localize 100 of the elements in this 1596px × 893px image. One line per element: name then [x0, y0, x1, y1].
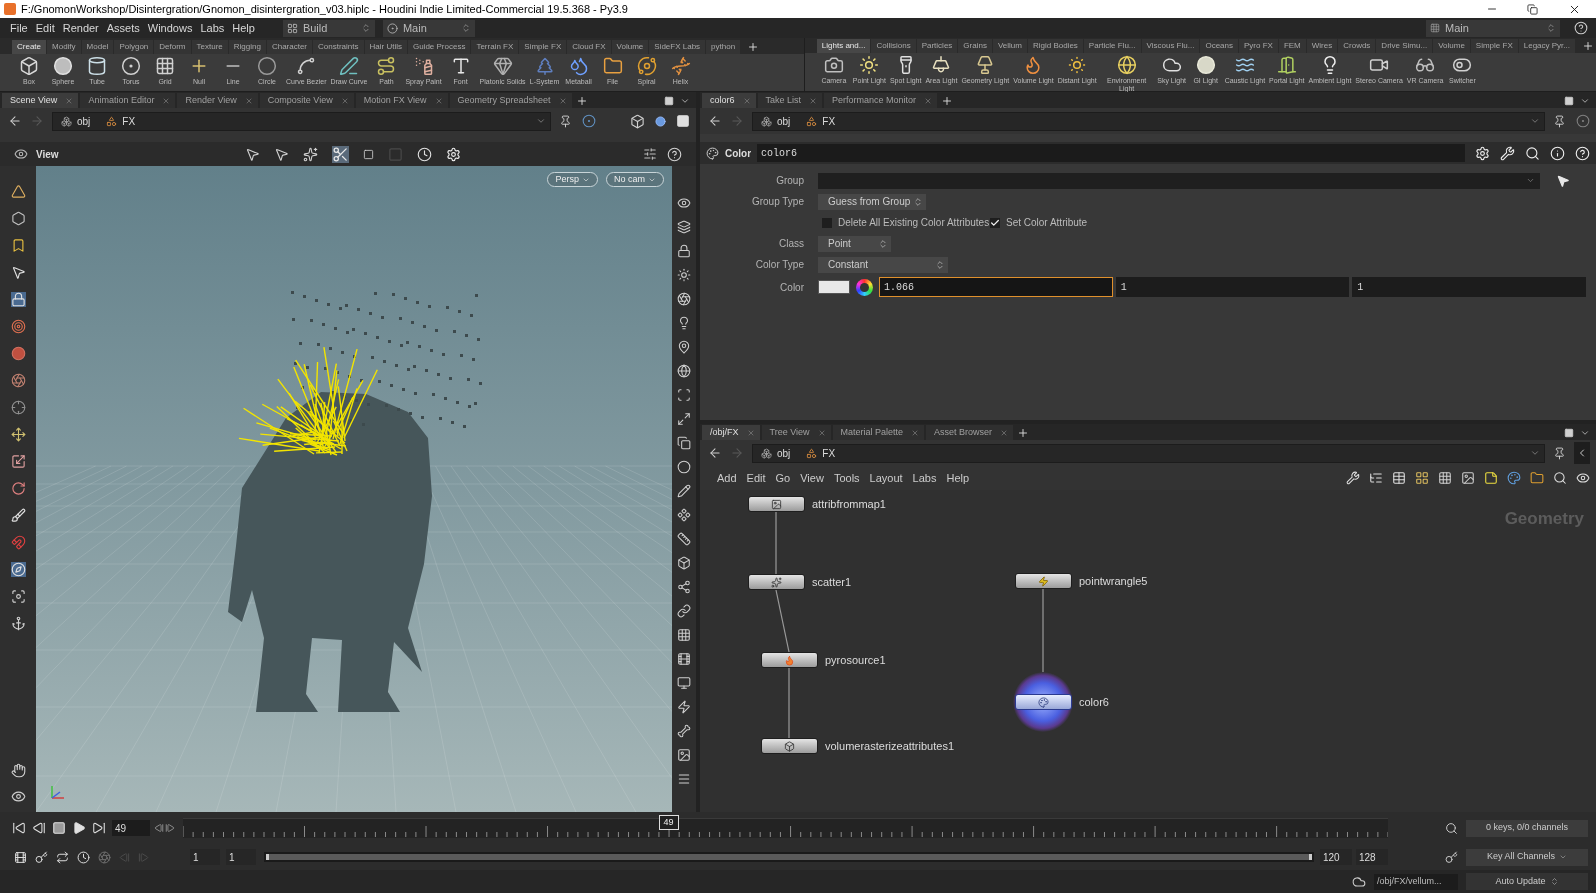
image-icon[interactable] [1461, 471, 1475, 485]
network-node[interactable] [761, 738, 818, 754]
number-field[interactable]: 1 [1115, 277, 1350, 297]
shapes-icon[interactable] [806, 447, 818, 459]
caret-icon[interactable] [1526, 176, 1535, 185]
skip-forward-icon[interactable] [92, 821, 106, 835]
caret-icon[interactable] [1530, 448, 1540, 458]
shapes-icon[interactable] [806, 115, 818, 127]
back-icon[interactable] [708, 446, 722, 460]
menu-item[interactable]: Edit [741, 469, 771, 487]
path-segment[interactable]: obj [761, 445, 791, 461]
end-frame-field[interactable]: 120 [1320, 849, 1352, 865]
pointer-icon[interactable] [1556, 173, 1570, 188]
restore-icon[interactable] [1526, 3, 1538, 15]
search-icon[interactable] [1445, 821, 1458, 835]
eye-icon[interactable] [10, 789, 26, 804]
frame-field[interactable]: 49 [112, 820, 150, 836]
pane-tab[interactable]: Motion FX View [355, 93, 448, 108]
shelf-set-menu[interactable]: Main [382, 19, 475, 37]
camera-menu[interactable]: Persp [547, 172, 598, 187]
shelf-tab[interactable]: Simple FX [1470, 39, 1518, 53]
map-pin-icon[interactable] [677, 340, 691, 354]
grid-icon[interactable] [1438, 471, 1452, 485]
palette-icon[interactable] [706, 146, 719, 160]
key-icon[interactable] [35, 850, 48, 864]
dna-icon[interactable] [670, 55, 691, 76]
ring-icon[interactable] [1576, 114, 1590, 128]
menu-item[interactable]: Add [712, 469, 742, 487]
node-name-field[interactable]: color6 [757, 144, 1466, 162]
aperture-icon[interactable] [10, 373, 26, 388]
pin-icon[interactable] [1553, 114, 1566, 128]
cube-icon[interactable] [19, 55, 39, 76]
menu-item[interactable]: Go [770, 469, 796, 487]
sliders-icon[interactable] [643, 147, 657, 161]
shelf-tab[interactable]: Crowds [1338, 39, 1376, 53]
pane-tab[interactable]: Scene View [2, 93, 79, 108]
network-node[interactable] [1015, 694, 1072, 710]
network-node[interactable] [1015, 573, 1072, 589]
sun-icon[interactable] [677, 268, 691, 282]
shelf-tab[interactable]: Create [12, 39, 46, 54]
up-down-caret-icon[interactable] [1549, 877, 1559, 886]
shelf-tab[interactable]: Constraints [313, 39, 364, 54]
network-node[interactable] [761, 652, 818, 668]
globe-icon[interactable] [677, 364, 691, 378]
settings-icon[interactable] [445, 146, 461, 162]
brush-icon[interactable] [10, 508, 26, 523]
pane-tab[interactable]: Geometry Spreadsheet [449, 93, 572, 108]
wrench-icon[interactable] [1500, 145, 1515, 161]
number-field[interactable]: 1 [1352, 277, 1586, 297]
pane-tab[interactable]: Take List [757, 93, 823, 108]
menu-item[interactable]: Edit [31, 18, 59, 38]
shelf-tab[interactable]: Drive Simu... [1376, 39, 1433, 53]
key-icon[interactable] [1445, 850, 1458, 864]
ceiling-lamp-icon[interactable] [931, 55, 952, 75]
ring-icon[interactable] [582, 114, 596, 128]
droplets-icon[interactable] [568, 55, 589, 76]
back-icon[interactable] [708, 114, 722, 128]
lock-icon[interactable] [10, 292, 26, 307]
shelf-tab[interactable]: Viscous Flu... [1141, 39, 1200, 53]
menu-item[interactable]: Tools [828, 469, 865, 487]
shelf-tab[interactable]: Lights and... [816, 39, 871, 53]
menu-item[interactable]: Assets [102, 18, 144, 38]
sphere-icon[interactable] [655, 115, 666, 127]
pane-tab[interactable]: Render View [177, 93, 258, 108]
target-icon[interactable] [10, 319, 26, 334]
checkbox[interactable] [822, 217, 832, 228]
desktop-menu[interactable]: Build [282, 19, 375, 37]
settings-icon[interactable] [1475, 145, 1490, 161]
pin-icon[interactable] [559, 114, 572, 128]
spray-can-icon[interactable] [413, 55, 434, 76]
shapes-icon[interactable] [106, 115, 118, 127]
dropdown[interactable]: Constant [818, 256, 948, 273]
shelf-tab[interactable]: Pyro FX [1239, 39, 1278, 53]
menu-item[interactable]: Labs [907, 469, 942, 487]
shelf-tab[interactable]: Rigging [228, 39, 266, 54]
shelf-tab[interactable]: FEM [1278, 39, 1306, 53]
shelf-tab[interactable]: Terrain FX [471, 39, 519, 54]
shelf-tab[interactable]: Simple FX [519, 39, 567, 54]
color-wheel-icon[interactable] [856, 278, 873, 296]
shelf-tab[interactable]: Legacy Pyr... [1518, 39, 1575, 53]
pane-tab[interactable]: /obj/FX [702, 425, 760, 440]
compass-icon[interactable] [10, 562, 26, 577]
pin-icon[interactable] [1553, 446, 1566, 460]
path-field[interactable]: obj FX [752, 443, 1545, 463]
caret-icon[interactable] [1530, 116, 1540, 126]
scan-icon[interactable] [677, 388, 691, 402]
path-segment[interactable]: obj [761, 113, 791, 129]
shelf-tab[interactable]: Modify [47, 39, 81, 54]
info-icon[interactable] [1550, 145, 1565, 161]
boxes-icon[interactable] [761, 115, 772, 127]
bone-icon[interactable] [677, 724, 691, 738]
sun-icon[interactable] [1067, 55, 1088, 75]
shelf-tab[interactable]: Cloud FX [567, 39, 611, 54]
hexagon-icon[interactable] [10, 211, 26, 226]
path-field[interactable]: obj FX [752, 111, 1545, 131]
pane-tab[interactable]: Animation Editor [80, 93, 176, 108]
shelf-tab[interactable]: Hair Utils [364, 39, 407, 54]
tree-list-icon[interactable] [1369, 471, 1383, 485]
hand-icon[interactable] [10, 763, 26, 778]
layers-icon[interactable] [677, 220, 691, 234]
